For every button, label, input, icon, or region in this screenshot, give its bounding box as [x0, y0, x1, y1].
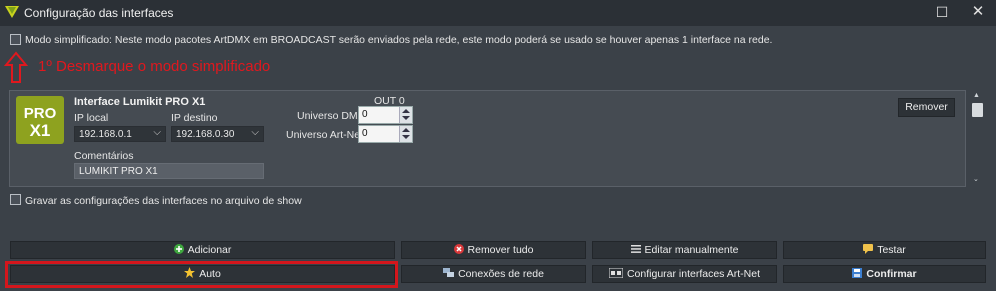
comments-field[interactable]: LUMIKIT PRO X1: [74, 163, 264, 179]
interface-name: Interface Lumikit PRO X1: [74, 96, 206, 108]
add-label: Adicionar: [187, 244, 232, 256]
comments-label: Comentários: [74, 150, 134, 162]
edit-manual-label: Editar manualmente: [644, 244, 739, 256]
app-logo-icon: [5, 6, 19, 18]
logo-text-top: PRO: [24, 105, 57, 122]
configure-artnet-button[interactable]: Configurar interfaces Art-Net: [592, 265, 777, 283]
artnet-universe-label: Universo Art-Net: [286, 129, 364, 141]
interface-logo: PRO X1: [16, 96, 64, 144]
ip-dest-combo[interactable]: 192.168.0.30 ⌵: [171, 126, 264, 142]
annotation-arrow-icon: [4, 51, 28, 83]
ip-local-label: IP local: [74, 112, 109, 124]
network-connections-button[interactable]: Conexões de rede: [401, 265, 586, 283]
arrow-down-icon[interactable]: [402, 116, 410, 120]
ip-dest-label: IP destino: [171, 112, 218, 124]
simplified-mode-label[interactable]: Modo simplificado: Neste modo pacotes Ar…: [25, 34, 772, 46]
test-button[interactable]: Testar: [783, 241, 986, 259]
dmx-universe-label: Universo DMX: [297, 110, 365, 122]
remove-all-label: Remover tudo: [467, 244, 534, 256]
ip-dest-value: 192.168.0.30: [176, 129, 235, 140]
configure-artnet-label: Configurar interfaces Art-Net: [626, 268, 761, 280]
maximize-button[interactable]: ☐: [924, 0, 960, 26]
network-connections-label: Conexões de rede: [458, 268, 544, 280]
spin-buttons[interactable]: [399, 107, 412, 123]
spin-buttons[interactable]: [399, 126, 412, 142]
scroll-down-icon[interactable]: ⌄: [973, 175, 979, 183]
interface-panel: PRO X1 Interface Lumikit PRO X1 IP local…: [9, 90, 966, 187]
chat-icon: [863, 244, 874, 254]
auto-button-highlight: [5, 261, 398, 288]
simplified-mode-checkbox[interactable]: [10, 34, 21, 45]
ip-local-value: 192.168.0.1: [79, 129, 132, 140]
arrow-up-icon[interactable]: [402, 109, 410, 113]
annotation-text: 1º Desmarque o modo simplificado: [38, 58, 271, 75]
artnet-icon: [608, 268, 623, 278]
save-config-label[interactable]: Gravar as configurações das interfaces n…: [25, 195, 302, 207]
confirm-label: Confirmar: [866, 268, 917, 280]
arrow-up-icon[interactable]: [402, 128, 410, 132]
edit-manual-button[interactable]: Editar manualmente: [592, 241, 777, 259]
window-title: Configuração das interfaces: [24, 6, 174, 20]
save-config-checkbox[interactable]: [10, 194, 21, 205]
artnet-universe-value: 0: [362, 128, 368, 139]
dmx-universe-value: 0: [362, 109, 368, 120]
list-icon: [630, 245, 641, 253]
artnet-universe-spinbox[interactable]: 0: [358, 125, 413, 143]
chevron-down-icon: ⌵: [251, 127, 259, 138]
panel-scrollbar[interactable]: ▲ ⌄: [970, 90, 985, 187]
dmx-universe-spinbox[interactable]: 0: [358, 106, 413, 124]
scroll-thumb[interactable]: [972, 103, 983, 117]
logo-text-bottom: X1: [30, 121, 51, 140]
scroll-up-icon[interactable]: ▲: [973, 92, 980, 99]
network-icon: [443, 268, 455, 277]
confirm-button[interactable]: Confirmar: [783, 265, 986, 283]
remove-icon: [453, 244, 464, 254]
arrow-down-icon[interactable]: [402, 135, 410, 139]
title-bar: Configuração das interfaces ☐ ✕: [0, 0, 996, 26]
add-button[interactable]: Adicionar: [10, 241, 395, 259]
remove-all-button[interactable]: Remover tudo: [401, 241, 586, 259]
save-icon: [852, 268, 863, 278]
ip-local-combo[interactable]: 192.168.0.1 ⌵: [74, 126, 166, 142]
test-label: Testar: [877, 244, 906, 256]
close-button[interactable]: ✕: [960, 0, 996, 26]
remove-interface-button[interactable]: Remover: [898, 98, 955, 117]
plus-icon: [173, 244, 184, 254]
chevron-down-icon: ⌵: [153, 127, 161, 138]
